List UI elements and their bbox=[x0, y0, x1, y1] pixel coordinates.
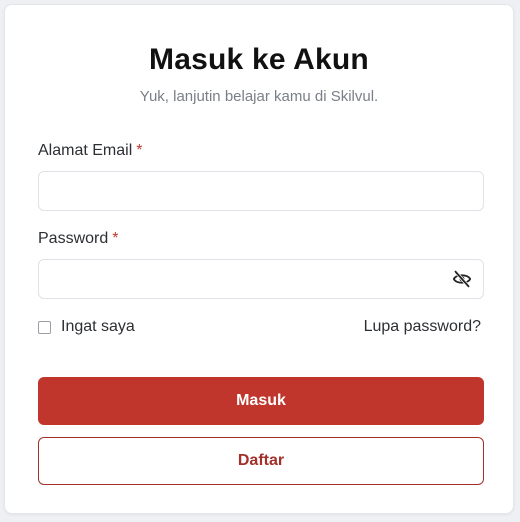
email-label: Alamat Email * bbox=[38, 142, 142, 160]
page-subtitle: Yuk, lanjutin belajar kamu di Skilvul. bbox=[139, 88, 379, 105]
password-required-mark: * bbox=[112, 230, 119, 247]
email-required-mark: * bbox=[136, 142, 143, 159]
login-button[interactable]: Masuk bbox=[38, 377, 484, 425]
password-label: Password * bbox=[38, 230, 118, 248]
remember-me-checkbox[interactable] bbox=[38, 320, 51, 334]
password-input[interactable] bbox=[38, 259, 484, 299]
register-button[interactable]: Daftar bbox=[38, 437, 484, 485]
eye-slash-icon[interactable] bbox=[451, 269, 473, 289]
remember-me[interactable]: Ingat saya bbox=[38, 318, 135, 336]
page-title: Masuk ke Akun bbox=[149, 43, 369, 76]
login-card: Masuk ke Akun Yuk, lanjutin belajar kamu… bbox=[4, 4, 514, 514]
forgot-password-link[interactable]: Lupa password? bbox=[364, 318, 481, 336]
email-input[interactable] bbox=[38, 171, 484, 211]
password-label-text: Password bbox=[38, 230, 109, 247]
email-label-text: Alamat Email bbox=[38, 142, 133, 159]
remember-me-label: Ingat saya bbox=[61, 318, 135, 335]
